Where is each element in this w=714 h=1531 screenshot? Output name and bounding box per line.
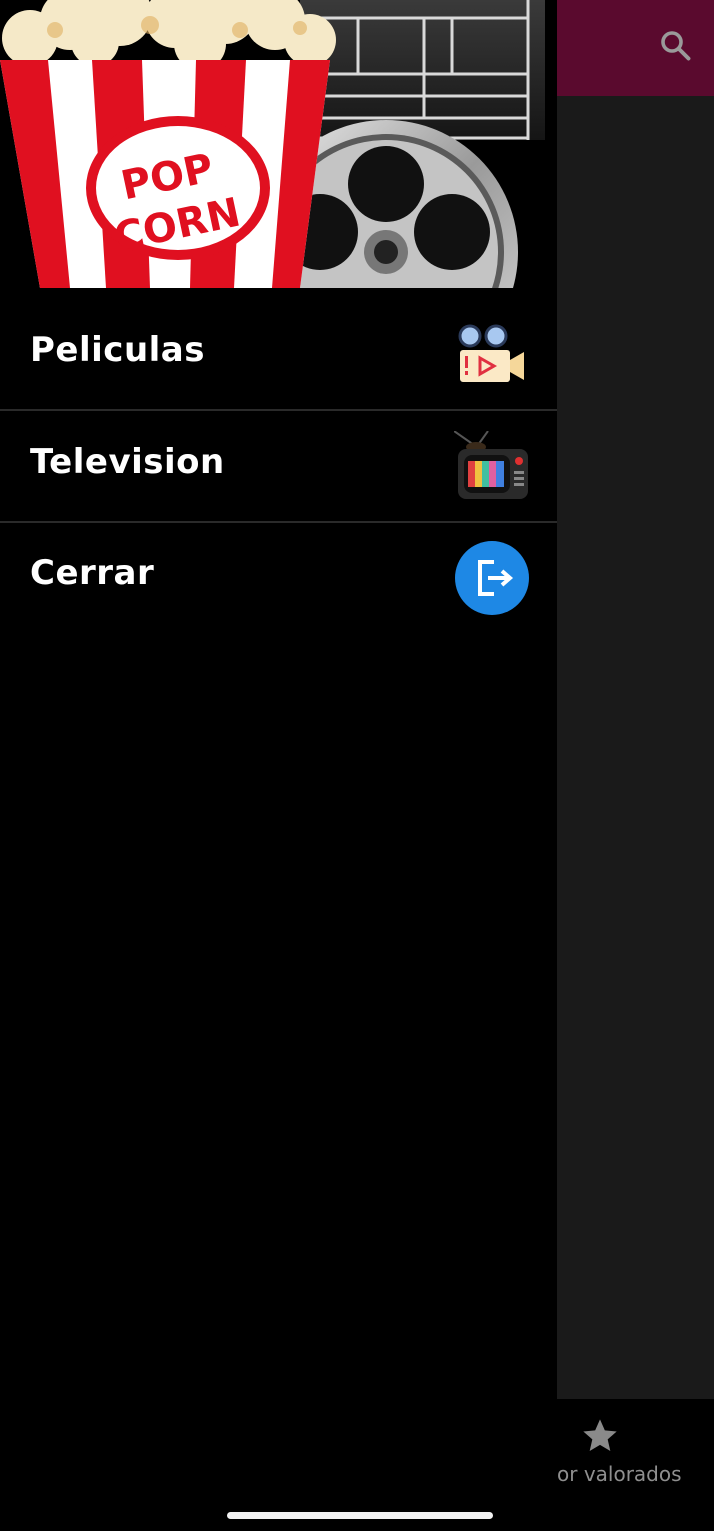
home-indicator[interactable] xyxy=(227,1512,493,1519)
star-icon xyxy=(583,1419,617,1451)
search-icon xyxy=(661,31,691,61)
drawer-item-label: Television xyxy=(30,442,225,482)
navigation-drawer: POP CORN Peliculas Television Cerrar xyxy=(0,0,557,1531)
clapperboard xyxy=(300,0,545,140)
retro-tv-icon xyxy=(454,431,528,499)
bottom-nav-label: or valorados xyxy=(557,1462,682,1486)
search-button[interactable] xyxy=(652,22,698,68)
drawer-item-cerrar[interactable]: Cerrar xyxy=(0,523,557,633)
movie-camera-icon xyxy=(458,324,524,382)
logout-icon xyxy=(455,541,529,615)
popcorn-bucket: POP CORN xyxy=(0,0,336,288)
drawer-header-image: POP CORN xyxy=(0,0,557,288)
drawer-item-peliculas[interactable]: Peliculas xyxy=(0,298,557,408)
drawer-item-label: Cerrar xyxy=(30,553,155,593)
drawer-item-television[interactable]: Television xyxy=(0,411,557,521)
drawer-item-label: Peliculas xyxy=(30,330,205,370)
popcorn-film-banner: POP CORN xyxy=(0,0,557,288)
